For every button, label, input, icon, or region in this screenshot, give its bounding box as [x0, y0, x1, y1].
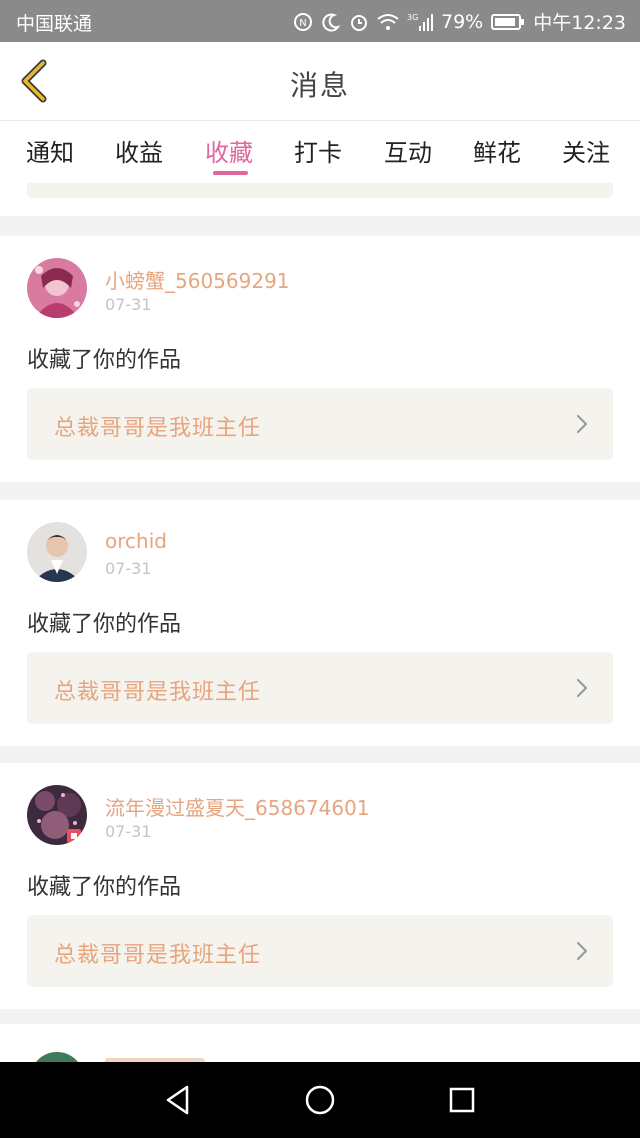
- list-item-partial: [0, 183, 640, 216]
- svg-text:N: N: [299, 18, 306, 29]
- work-title: 总裁哥哥是我班主任: [54, 680, 262, 705]
- avatar[interactable]: [30, 1052, 84, 1062]
- work-link[interactable]: 总裁哥哥是我班主任: [27, 388, 613, 460]
- tab-interaction[interactable]: 互动: [384, 133, 432, 168]
- active-tab-indicator: [213, 171, 248, 175]
- tab-notifications[interactable]: 通知: [26, 133, 74, 168]
- work-title: 总裁哥哥是我班主任: [54, 416, 262, 441]
- back-triangle-icon: [166, 1085, 189, 1115]
- nav-back-button[interactable]: [158, 1080, 198, 1120]
- nfc-icon: N: [293, 12, 313, 32]
- action-text: 收藏了你的作品: [27, 612, 182, 637]
- chevron-right-icon: [576, 414, 588, 434]
- avatar[interactable]: [27, 258, 87, 318]
- list-item: 流年漫过盛夏天_658674601 07-31 收藏了你的作品 总裁哥哥是我班主…: [0, 763, 640, 1009]
- nav-recents-button[interactable]: [442, 1080, 482, 1120]
- tab-follow[interactable]: 关注: [562, 133, 610, 168]
- action-text: 收藏了你的作品: [27, 348, 182, 373]
- status-bar: 中国联通 N 3G 79% 中午12:23: [0, 0, 640, 42]
- avatar[interactable]: [27, 785, 87, 845]
- tab-checkin[interactable]: 打卡: [294, 133, 342, 168]
- header: 消息: [0, 42, 640, 121]
- avatar[interactable]: [27, 522, 87, 582]
- message-date: 07-31: [105, 559, 152, 578]
- system-nav-bar: [0, 1062, 640, 1138]
- home-circle-icon: [305, 1085, 335, 1115]
- chevron-right-icon: [576, 941, 588, 961]
- username-link[interactable]: 流年漫过盛夏天_658674601: [105, 792, 370, 821]
- tab-bar: 通知 收益 收藏 打卡 互动 鲜花 关注: [0, 121, 640, 183]
- tab-earnings[interactable]: 收益: [115, 133, 163, 168]
- message-date: 07-31: [105, 295, 152, 314]
- work-link[interactable]: 总裁哥哥是我班主任: [27, 915, 613, 987]
- nav-home-button[interactable]: [300, 1080, 340, 1120]
- clock-label: 中午12:23: [533, 12, 626, 34]
- page-title: 消息: [289, 69, 350, 102]
- username-link[interactable]: 小螃蟹_560569291: [105, 265, 290, 294]
- work-title: 总裁哥哥是我班主任: [54, 943, 262, 968]
- list-item: 小螃蟹_560569291 07-31 收藏了你的作品 总裁哥哥是我班主任: [0, 236, 640, 482]
- battery-percent: 79%: [441, 10, 484, 33]
- moon-icon: [321, 12, 341, 32]
- work-link[interactable]: 总裁哥哥是我班主任: [27, 652, 613, 724]
- list-item-partial: [0, 1024, 640, 1062]
- list-item: orchid 07-31 收藏了你的作品 总裁哥哥是我班主任: [0, 500, 640, 746]
- work-link-partial[interactable]: [27, 183, 613, 198]
- chevron-right-icon: [576, 678, 588, 698]
- status-icons: N 3G 79% 中午12:23: [293, 8, 626, 35]
- network-type-label: 3G: [407, 13, 418, 22]
- recents-square-icon: [449, 1087, 475, 1113]
- carrier-label: 中国联通: [16, 13, 93, 35]
- signal-icon: 3G: [407, 12, 433, 32]
- username-link[interactable]: orchid: [105, 529, 167, 553]
- message-date: 07-31: [105, 822, 152, 841]
- tab-flowers[interactable]: 鲜花: [473, 133, 521, 168]
- tab-favorites[interactable]: 收藏: [205, 133, 253, 168]
- alarm-icon: [349, 12, 369, 32]
- battery-icon: [491, 13, 525, 31]
- wifi-icon: [377, 13, 399, 31]
- action-text: 收藏了你的作品: [27, 875, 182, 900]
